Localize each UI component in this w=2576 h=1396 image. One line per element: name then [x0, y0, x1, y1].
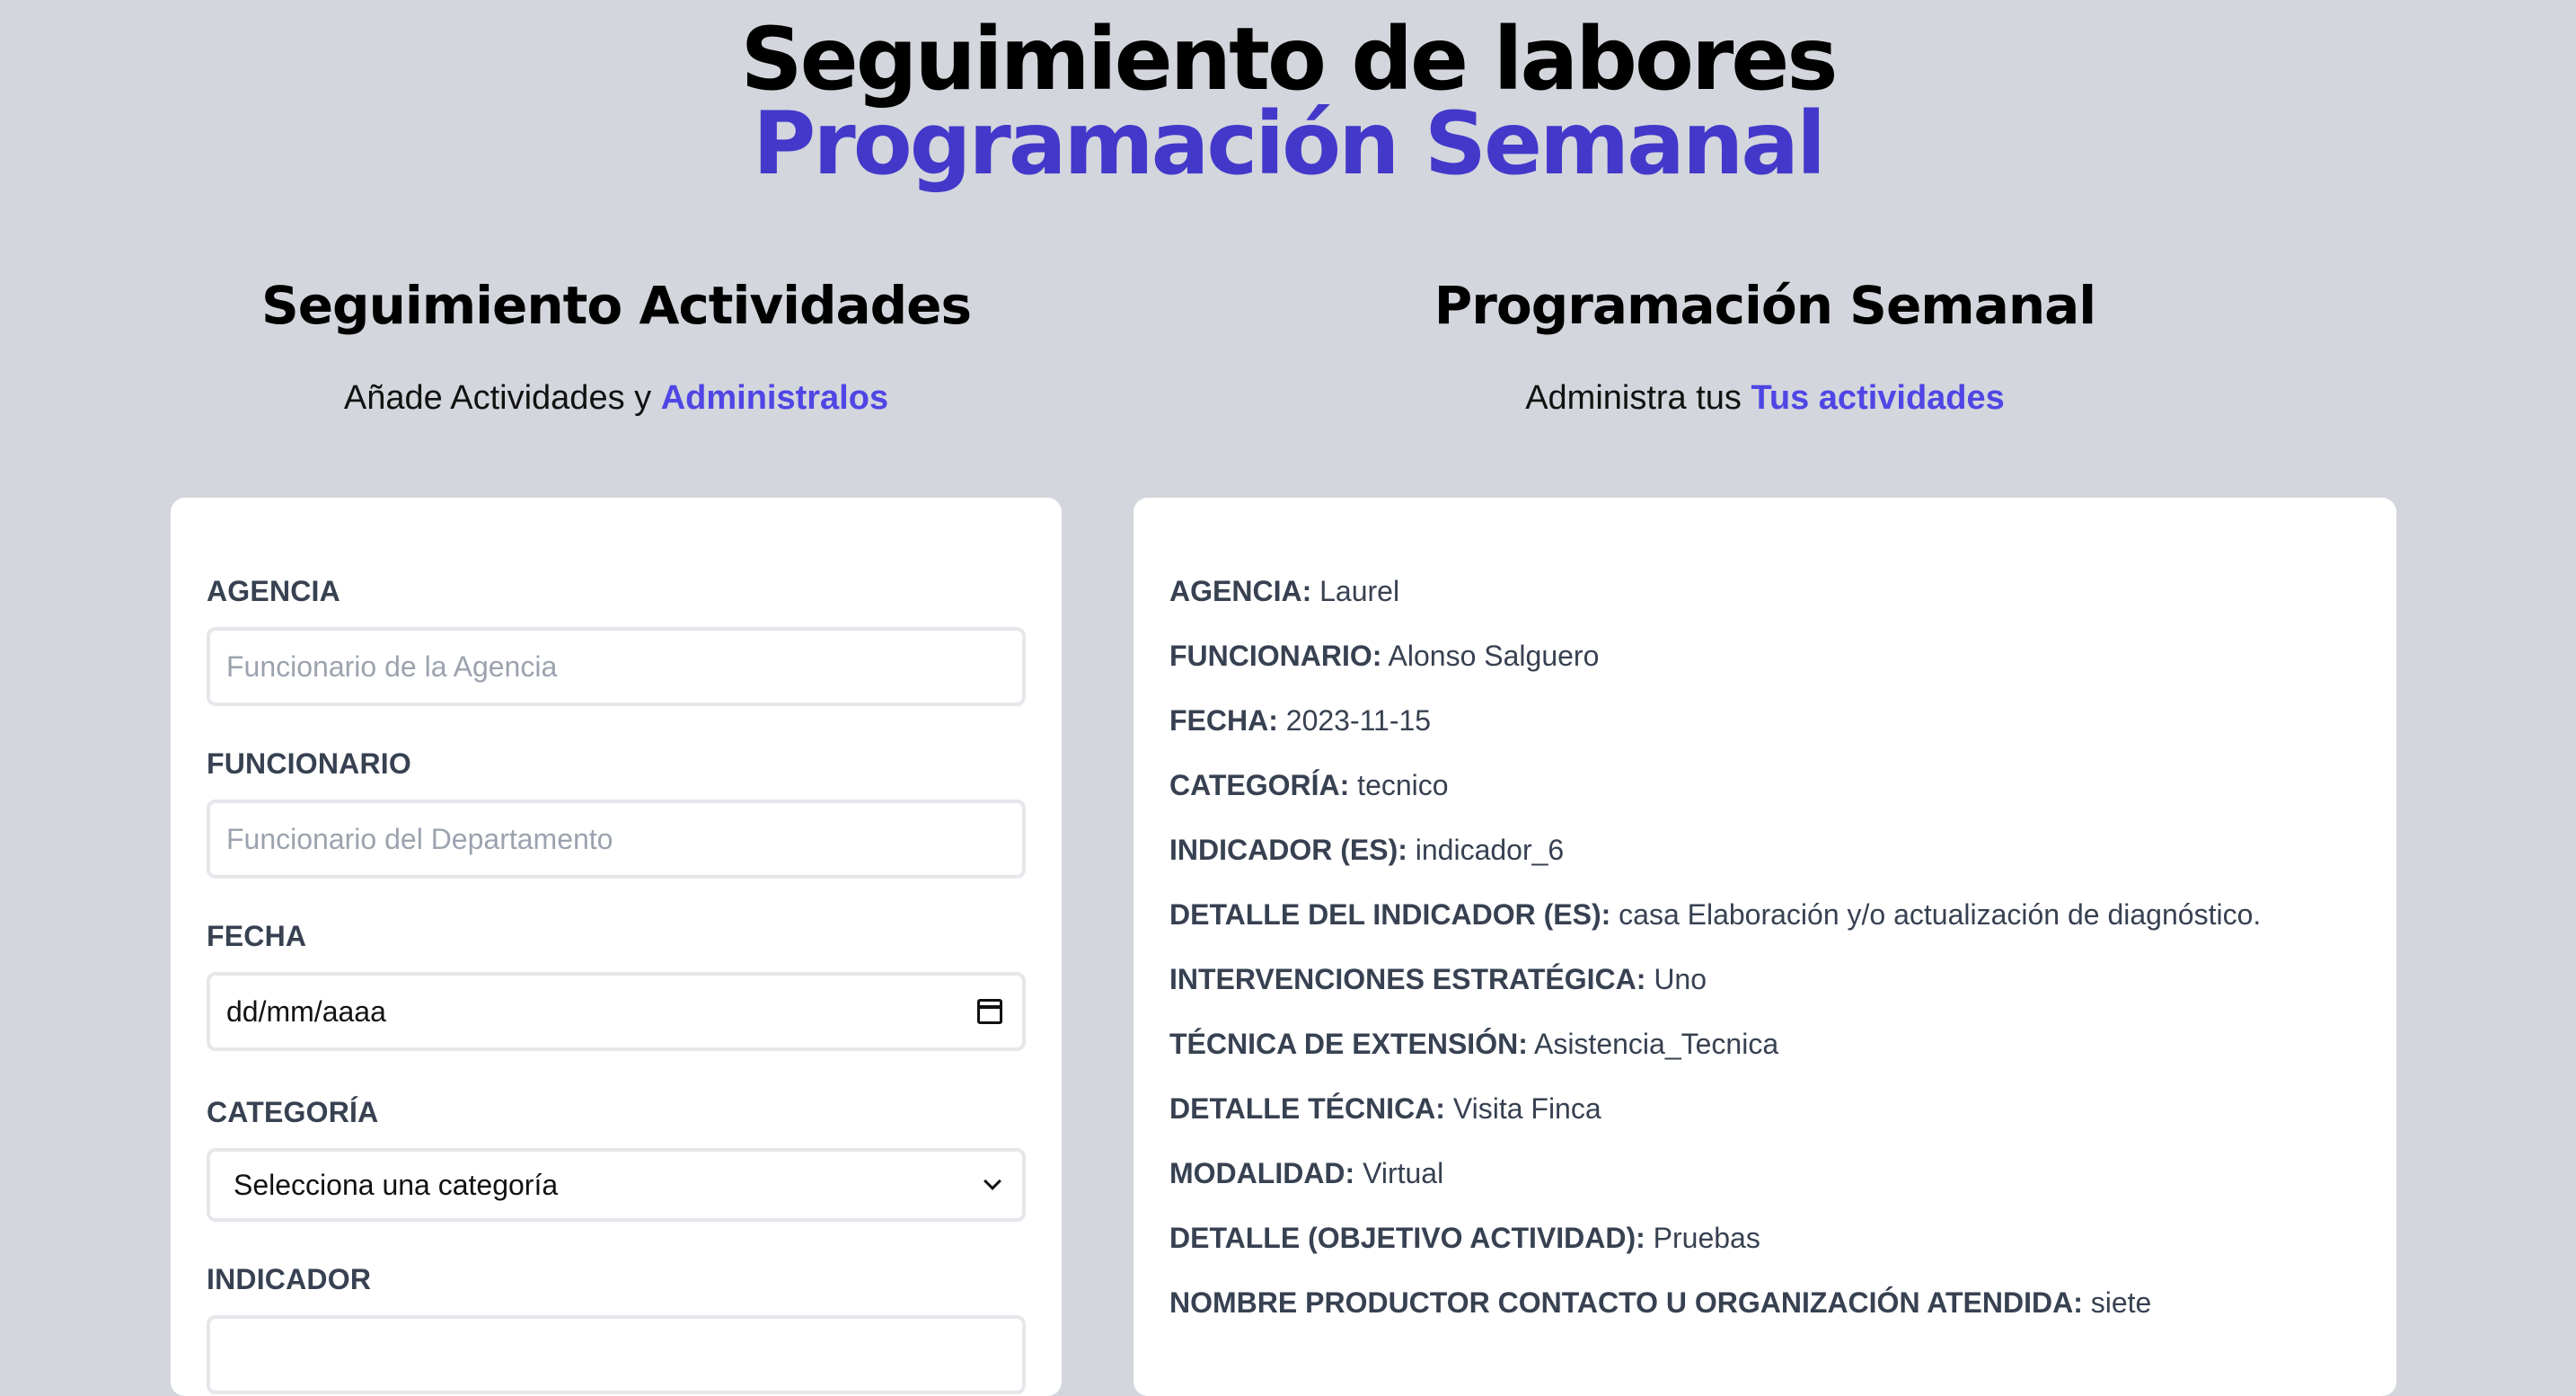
detail-row-detalle-tecnica: DETALLE TÉCNICA: Visita Finca	[1169, 1092, 1601, 1126]
categoria-value: Selecciona una categoría	[234, 1168, 559, 1201]
left-column-title: Seguimiento Actividades	[260, 275, 972, 336]
detail-value: Laurel	[1319, 575, 1400, 607]
left-column-subtitle: Añade Actividades y Administralos	[171, 379, 1062, 418]
detail-label: DETALLE TÉCNICA:	[1169, 1092, 1445, 1125]
calendar-icon[interactable]	[977, 999, 1002, 1024]
right-subtitle-prefix: Administra tus	[1525, 379, 1742, 417]
left-subtitle-prefix: Añade Actividades y	[343, 379, 652, 417]
detail-row-intervenciones: INTERVENCIONES ESTRATÉGICA: Uno	[1169, 963, 1707, 996]
detail-row-detalle-objetivo: DETALLE (OBJETIVO ACTIVIDAD): Pruebas	[1169, 1222, 1760, 1255]
left-subtitle-accent: Administralos	[660, 379, 889, 417]
detail-row-categoria: CATEGORÍA: tecnico	[1169, 769, 1449, 802]
page-subtitle: Programación Semanal	[753, 93, 1826, 194]
detail-value: Alonso Salguero	[1388, 640, 1600, 672]
detail-value: Visita Finca	[1452, 1092, 1601, 1125]
detail-label: INTERVENCIONES ESTRATÉGICA:	[1169, 963, 1646, 995]
right-column-subtitle: Administra tus Tus actividades	[1134, 379, 2396, 418]
detail-label: MODALIDAD:	[1169, 1157, 1355, 1189]
detail-row-fecha: FECHA: 2023-11-15	[1169, 704, 1431, 738]
funcionario-label: FUNCIONARIO	[207, 747, 411, 780]
detail-label: TÉCNICA DE EXTENSIÓN:	[1169, 1028, 1528, 1060]
detail-value: tecnico	[1357, 769, 1449, 801]
weekly-schedule-card: AGENCIA: Laurel FUNCIONARIO: Alonso Salg…	[1134, 498, 2396, 1396]
categoria-label: CATEGORÍA	[207, 1096, 379, 1128]
indicador-label: INDICADOR	[207, 1263, 372, 1295]
detail-label: FECHA:	[1169, 704, 1278, 737]
detail-value: indicador_6	[1415, 834, 1565, 866]
detail-row-detalle-indicador: DETALLE DEL INDICADOR (ES): casa Elabora…	[1169, 898, 2261, 932]
detail-row-nombre-productor: NOMBRE PRODUCTOR CONTACTO U ORGANIZACIÓN…	[1169, 1286, 2151, 1320]
fecha-input[interactable]: dd/mm/aaaa	[207, 972, 1026, 1051]
fecha-value: dd/mm/aaaa	[226, 994, 386, 1028]
detail-value: siete	[2090, 1286, 2152, 1319]
funcionario-placeholder: Funcionario del Departamento	[226, 822, 613, 855]
right-column-title: Programación Semanal	[1434, 275, 2096, 336]
detail-value: 2023-11-15	[1285, 704, 1432, 737]
detail-value: casa Elaboración y/o actualización de di…	[1619, 898, 2262, 931]
detail-label: INDICADOR (ES):	[1169, 834, 1407, 866]
detail-value: Pruebas	[1653, 1222, 1760, 1254]
agencia-input[interactable]: Funcionario de la Agencia	[207, 627, 1026, 706]
page-header: Seguimiento de labores Programación Sema…	[0, 16, 2576, 189]
detail-row-agencia: AGENCIA: Laurel	[1169, 575, 1399, 608]
page-title: Seguimiento de labores	[740, 9, 1838, 110]
agencia-placeholder: Funcionario de la Agencia	[226, 649, 558, 683]
detail-value: Asistencia_Tecnica	[1533, 1028, 1779, 1060]
fecha-label: FECHA	[207, 920, 307, 952]
activity-form-card: AGENCIA Funcionario de la Agencia FUNCIO…	[171, 498, 1062, 1396]
detail-value: Virtual	[1363, 1157, 1444, 1189]
detail-label: FUNCIONARIO:	[1169, 640, 1382, 672]
detail-label: DETALLE DEL INDICADOR (ES):	[1169, 898, 1611, 931]
indicador-input[interactable]	[207, 1315, 1026, 1394]
funcionario-input[interactable]: Funcionario del Departamento	[207, 800, 1026, 879]
detail-row-indicador: INDICADOR (ES): indicador_6	[1169, 834, 1564, 867]
detail-row-tecnica: TÉCNICA DE EXTENSIÓN: Asistencia_Tecnica	[1169, 1028, 1778, 1061]
detail-value: Uno	[1654, 963, 1707, 995]
detail-label: AGENCIA:	[1169, 575, 1312, 607]
detail-label: DETALLE (OBJETIVO ACTIVIDAD):	[1169, 1222, 1645, 1254]
detail-row-funcionario: FUNCIONARIO: Alonso Salguero	[1169, 640, 1599, 673]
agencia-label: AGENCIA	[207, 575, 340, 607]
right-subtitle-accent: Tus actividades	[1751, 379, 2005, 417]
categoria-select[interactable]: Selecciona una categoría	[207, 1148, 1026, 1222]
detail-label: CATEGORÍA:	[1169, 769, 1350, 801]
chevron-down-icon	[984, 1172, 1001, 1190]
detail-label: NOMBRE PRODUCTOR CONTACTO U ORGANIZACIÓN…	[1169, 1286, 2083, 1319]
detail-row-modalidad: MODALIDAD: Virtual	[1169, 1157, 1443, 1190]
